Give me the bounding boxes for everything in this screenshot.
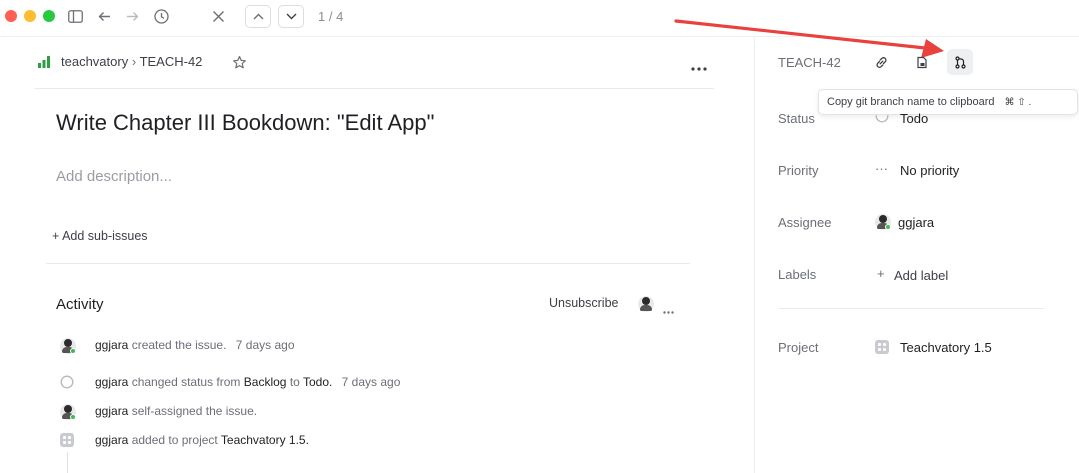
subissues-divider [46,263,690,264]
event-user[interactable]: ggjara [95,375,128,389]
git-branch-tooltip: Copy git branch name to clipboard ⌘ ⇧ . [818,89,1078,115]
breadcrumb-issue-id[interactable]: TEACH-42 [140,54,203,69]
project-label: Project [778,340,819,355]
status-circle-icon [60,375,74,389]
project-value[interactable]: Teachvatory 1.5 [900,340,992,355]
previous-issue-button[interactable] [245,5,271,28]
activity-event: ggjara self-assigned the issue. [95,404,257,418]
event-status-from: Backlog [243,375,287,389]
event-status-to: Todo. [302,375,333,389]
breadcrumb: teachvatory › TEACH-42 [61,54,202,69]
back-arrow-icon[interactable] [95,8,113,24]
favorite-star-icon[interactable] [232,55,247,70]
event-user[interactable]: ggjara [95,404,128,418]
window-close-button[interactable] [5,10,17,22]
sidebar-issue-id: TEACH-42 [778,55,841,70]
tooltip-shortcut: ⌘ ⇧ . [1004,96,1032,108]
event-project[interactable]: Teachvatory 1.5. [221,433,309,447]
window-zoom-button[interactable] [43,10,55,22]
sidebar-project-icon [875,340,889,354]
event-text: self-assigned the issue. [131,404,258,418]
issue-title[interactable]: Write Chapter III Bookdown: "Edit App" [56,110,434,136]
unsubscribe-button[interactable]: Unsubscribe [549,296,618,310]
priority-label: Priority [778,163,819,178]
subscriber-avatar[interactable] [638,296,654,312]
activity-event: ggjara added to project Teachvatory 1.5. [95,433,309,447]
team-icon [37,55,51,69]
status-label: Status [778,111,815,126]
close-issue-icon[interactable] [209,7,227,25]
add-label-plus-icon: + [877,266,885,281]
window-minimize-button[interactable] [24,10,36,22]
event-text: added to project [131,433,218,447]
next-issue-button[interactable] [278,5,304,28]
assignee-avatar [875,214,891,230]
priority-value[interactable]: No priority [900,163,959,178]
activity-event: ggjara created the issue. 7 days ago [95,338,295,352]
breadcrumb-team[interactable]: teachvatory [61,54,128,69]
priority-icon: ··· [875,161,888,176]
issue-pager: 1 / 4 [318,9,344,24]
activity-event: ggjara changed status from Backlog to To… [95,375,400,389]
tooltip-text: Copy git branch name to clipboard [827,96,995,108]
copy-git-branch-icon[interactable] [947,49,973,75]
breadcrumb-separator: › [131,54,137,69]
event-text: created the issue. [131,338,227,352]
copy-link-icon[interactable] [868,49,894,75]
event-text: to [289,375,300,389]
sidebar-divider [754,37,755,473]
header-divider [35,88,714,89]
event-user[interactable]: ggjara [95,338,128,352]
event-time: 7 days ago [235,338,295,352]
assignee-label: Assignee [778,215,832,230]
sidebar-toggle-icon[interactable] [66,8,84,24]
status-value[interactable]: Todo [900,111,928,126]
labels-label: Labels [778,267,817,282]
activity-timeline-line [67,452,68,473]
event-user[interactable]: ggjara [95,433,128,447]
status-todo-icon [875,115,889,123]
event-text: changed status from [131,375,241,389]
event-avatar [60,404,76,420]
history-clock-icon[interactable] [152,7,170,25]
activity-heading: Activity [56,296,104,313]
sidebar-section-divider [778,308,1044,309]
copy-id-icon[interactable] [908,49,934,75]
event-time: 7 days ago [341,375,401,389]
description-input[interactable]: Add description... [56,168,172,185]
forward-arrow-icon[interactable] [123,8,141,24]
project-icon [60,433,74,447]
activity-more-icon[interactable] [663,302,675,314]
more-options-icon[interactable] [691,59,709,71]
add-label-button[interactable]: Add label [894,268,948,283]
event-avatar [60,338,76,354]
add-subissues-button[interactable]: + Add sub-issues [52,229,148,243]
assignee-value[interactable]: ggjara [898,215,934,230]
